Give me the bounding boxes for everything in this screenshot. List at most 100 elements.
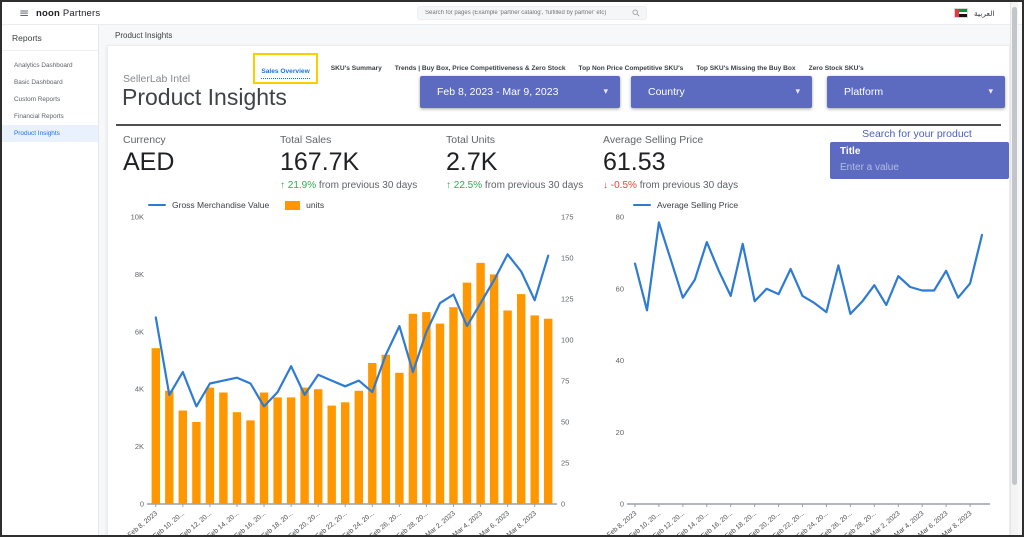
language-switch-link[interactable]: العربية bbox=[974, 9, 995, 18]
breadcrumb: Product Insights bbox=[115, 31, 172, 40]
kpi-value: 61.53 bbox=[603, 148, 738, 177]
kpi-value: AED bbox=[123, 148, 174, 177]
product-search-title: Search for your product bbox=[825, 128, 1009, 140]
svg-text:60: 60 bbox=[616, 284, 624, 293]
kpi-delta: ↑ 21.9% from previous 30 days bbox=[280, 180, 417, 191]
svg-text:75: 75 bbox=[561, 377, 569, 386]
svg-text:4K: 4K bbox=[135, 385, 144, 394]
asp-legend: Average Selling Price bbox=[633, 199, 996, 211]
kpi-delta: ↓ -0.5% from previous 30 days bbox=[603, 180, 738, 191]
chevron-down-icon: ▾ bbox=[795, 87, 800, 97]
sidebar-item-product-insights[interactable]: Product Insights bbox=[2, 125, 98, 142]
country-value: Country bbox=[648, 86, 685, 98]
tab-trends[interactable]: Trends | Buy Box, Price Competitiveness … bbox=[395, 65, 566, 72]
units-bar-swatch bbox=[285, 201, 300, 210]
kpi-total-sales: Total Sales 167.7K ↑ 21.9% from previous… bbox=[280, 134, 417, 191]
asp-chart: Average Selling Price 020406080Feb 8, 20… bbox=[601, 199, 996, 537]
delta-suffix: from previous 30 days bbox=[485, 180, 583, 191]
svg-text:40: 40 bbox=[616, 356, 624, 365]
gmv-line-swatch bbox=[148, 204, 166, 207]
svg-text:80: 80 bbox=[616, 213, 624, 222]
annotation-highlight-box: Sales Overview bbox=[253, 53, 317, 84]
main-area: Product Insights Sales Overview SKU's Su… bbox=[99, 25, 1022, 535]
tab-zero-stock-skus[interactable]: Zero Stock SKU's bbox=[809, 65, 864, 72]
kpi-delta: ↑ 22.5% from previous 30 days bbox=[446, 180, 583, 191]
country-dropdown[interactable]: Country ▾ bbox=[631, 76, 812, 108]
product-title-field-label: Title bbox=[840, 146, 999, 157]
noon-partners-logo[interactable]: noon Partners bbox=[36, 8, 100, 19]
svg-text:50: 50 bbox=[561, 418, 569, 427]
svg-text:175: 175 bbox=[561, 213, 574, 222]
chevron-down-icon: ▾ bbox=[603, 87, 608, 97]
logo-partners: Partners bbox=[60, 8, 100, 19]
header-divider bbox=[116, 124, 1001, 126]
delta-percent: 22.5% bbox=[454, 180, 482, 191]
asp-plot: 020406080Feb 8, 2023Feb 10, 20...Feb 12,… bbox=[601, 211, 996, 537]
gmv-legend-label: Gross Merchandise Value bbox=[172, 200, 269, 210]
platform-dropdown[interactable]: Platform ▾ bbox=[827, 76, 1005, 108]
svg-text:0: 0 bbox=[561, 500, 565, 509]
sidebar-item-custom-reports[interactable]: Custom Reports bbox=[2, 91, 98, 108]
kpi-label: Currency bbox=[123, 134, 174, 146]
kpi-currency: Currency AED bbox=[123, 134, 174, 177]
delta-suffix: from previous 30 days bbox=[319, 180, 417, 191]
logo-noon: noon bbox=[36, 8, 60, 19]
tab-sales-overview[interactable]: Sales Overview bbox=[261, 68, 309, 79]
svg-text:10K: 10K bbox=[131, 213, 144, 222]
platform-value: Platform bbox=[844, 86, 883, 98]
hamburger-menu-icon[interactable]: ≡ bbox=[19, 6, 29, 20]
svg-text:20: 20 bbox=[616, 428, 624, 437]
kpi-label: Total Units bbox=[446, 134, 583, 146]
search-icon[interactable] bbox=[632, 9, 640, 17]
page-search-box bbox=[417, 6, 647, 20]
svg-text:100: 100 bbox=[561, 336, 574, 345]
product-title-input[interactable] bbox=[840, 162, 999, 173]
date-range-value: Feb 8, 2023 - Mar 9, 2023 bbox=[437, 86, 558, 98]
sidebar: Reports Analytics Dashboard Basic Dashbo… bbox=[2, 25, 99, 535]
delta-up-icon: ↑ bbox=[280, 180, 285, 191]
kpi-total-units: Total Units 2.7K ↑ 22.5% from previous 3… bbox=[446, 134, 583, 191]
kpi-label: Average Selling Price bbox=[603, 134, 738, 146]
tab-top-non-price-competitive[interactable]: Top Non Price Competitive SKU's bbox=[579, 65, 684, 72]
svg-text:6K: 6K bbox=[135, 327, 144, 336]
report-card: Sales Overview SKU's Summary Trends | Bu… bbox=[107, 45, 1010, 537]
scrollbar-thumb[interactable] bbox=[1012, 7, 1017, 485]
svg-text:0: 0 bbox=[620, 500, 624, 509]
gmv-units-legend: Gross Merchandise Value units bbox=[148, 199, 581, 211]
units-legend-label: units bbox=[306, 200, 324, 210]
date-range-dropdown[interactable]: Feb 8, 2023 - Mar 9, 2023 ▾ bbox=[420, 76, 620, 108]
sidebar-item-financial-reports[interactable]: Financial Reports bbox=[2, 108, 98, 125]
product-title-field[interactable]: Title bbox=[830, 142, 1009, 179]
gmv-units-plot: 02K4K6K8K10K0255075100125150175Feb 8, 20… bbox=[116, 211, 581, 537]
svg-text:8K: 8K bbox=[135, 270, 144, 279]
uae-flag-icon[interactable] bbox=[954, 8, 968, 18]
kpi-label: Total Sales bbox=[280, 134, 417, 146]
app-window: ≡ noon Partners العربية Reports Analytic… bbox=[0, 0, 1024, 537]
svg-text:125: 125 bbox=[561, 295, 574, 304]
gmv-units-chart: Gross Merchandise Value units 0 2K 4K 6K 8K 1… bbox=[116, 199, 581, 537]
topbar: ≡ noon Partners العربية bbox=[2, 2, 1022, 25]
svg-text:0: 0 bbox=[140, 500, 144, 509]
page-title: Product Insights bbox=[122, 84, 287, 111]
svg-text:25: 25 bbox=[561, 459, 569, 468]
svg-text:2K: 2K bbox=[135, 442, 144, 451]
tab-top-skus-missing-buybox[interactable]: Top SKU's Missing the Buy Box bbox=[696, 65, 795, 72]
svg-text:Mar 8, 2023: Mar 8, 2023 bbox=[506, 510, 538, 537]
delta-down-icon: ↓ bbox=[603, 180, 608, 191]
kpi-average-selling-price: Average Selling Price 61.53 ↓ -0.5% from… bbox=[603, 134, 738, 191]
sidebar-title: Reports bbox=[2, 25, 98, 51]
svg-text:150: 150 bbox=[561, 254, 574, 263]
asp-line-swatch bbox=[633, 204, 651, 207]
vertical-scrollbar[interactable] bbox=[1010, 2, 1018, 535]
page-search-input[interactable] bbox=[418, 10, 632, 16]
kpi-value: 167.7K bbox=[280, 148, 417, 177]
asp-legend-label: Average Selling Price bbox=[657, 200, 738, 210]
delta-suffix: from previous 30 days bbox=[640, 180, 738, 191]
sidebar-item-analytics-dashboard[interactable]: Analytics Dashboard bbox=[2, 57, 98, 74]
delta-up-icon: ↑ bbox=[446, 180, 451, 191]
tab-skus-summary[interactable]: SKU's Summary bbox=[331, 65, 382, 72]
delta-percent: -0.5% bbox=[611, 180, 637, 191]
delta-percent: 21.9% bbox=[288, 180, 316, 191]
sidebar-item-basic-dashboard[interactable]: Basic Dashboard bbox=[2, 74, 98, 91]
chevron-down-icon: ▾ bbox=[988, 87, 993, 97]
